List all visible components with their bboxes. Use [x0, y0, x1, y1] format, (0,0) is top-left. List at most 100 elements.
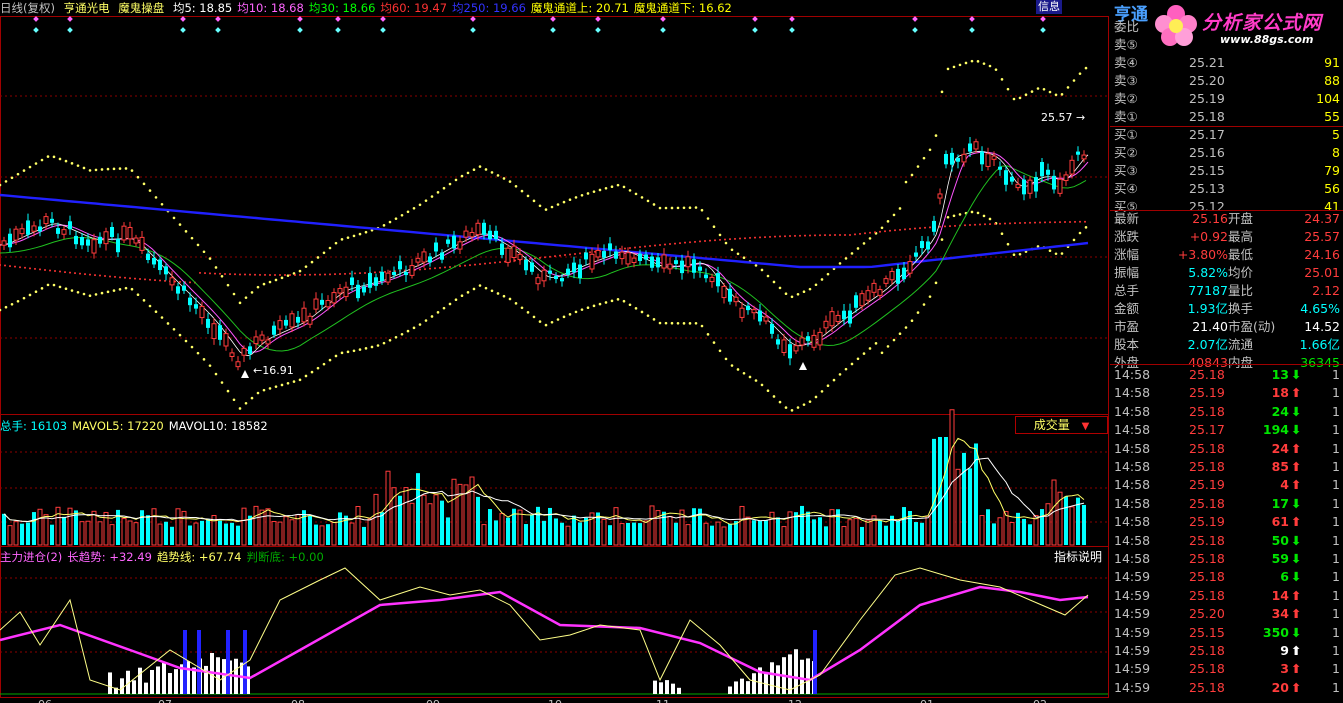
- ma60-dot: [919, 227, 921, 230]
- candle-body: [440, 252, 444, 260]
- channel-lower-dot: [724, 357, 728, 361]
- ma60-dot: [574, 252, 576, 255]
- volume-bar: [175, 508, 181, 546]
- channel-lower-dot: [1078, 231, 1082, 235]
- arrow-down-icon: ⬇: [1291, 551, 1302, 566]
- ma60-dot: [1054, 221, 1056, 224]
- volume-bar: [992, 523, 996, 545]
- volume-selector[interactable]: 成交量 ▼: [1015, 416, 1108, 434]
- channel-lower-dot: [316, 366, 320, 370]
- channel-lower-dot: [22, 296, 26, 300]
- volume-bar: [355, 505, 361, 546]
- channel-upper-dot: [10, 176, 14, 180]
- indicator-explain-button[interactable]: 指标说明: [1054, 548, 1103, 565]
- channel-upper-dot: [616, 183, 620, 187]
- ma60-dot: [79, 272, 81, 275]
- tick-price: 25.18: [1189, 551, 1225, 566]
- info-button[interactable]: 信息: [1036, 0, 1062, 14]
- row-label: 委比: [1114, 19, 1140, 34]
- candle-body: [896, 268, 900, 284]
- channel-upper-dot: [592, 190, 596, 193]
- ma60-dot: [814, 234, 816, 237]
- ma60-dot: [244, 273, 246, 276]
- flower-icon: [1155, 5, 1197, 46]
- candle-body: [415, 257, 421, 263]
- candle-body: [751, 309, 757, 314]
- channel-upper-dot: [412, 207, 416, 210]
- candle-body: [56, 228, 60, 234]
- candle-body: [337, 288, 343, 294]
- ask-row: 卖③ 25.20 88: [1110, 72, 1343, 90]
- ma60-dot: [144, 278, 146, 281]
- channel-upper-dot: [16, 172, 20, 176]
- ma60-dot: [279, 273, 281, 276]
- channel-upper-dot: [556, 203, 560, 206]
- ma60-dot: [1034, 221, 1036, 224]
- volume-bar: [1033, 514, 1039, 546]
- row-label: 卖①: [1114, 109, 1138, 124]
- chart-area[interactable]: 25.57 → ←16.91 06 07 08 09 10 11 12 01 02: [0, 0, 1110, 703]
- tick-row: 14:59 25.18 20 ⬆ 1: [1110, 679, 1343, 697]
- channel-upper-dot: [364, 230, 368, 234]
- x-axis-label: 12: [788, 698, 802, 703]
- candle-body: [301, 307, 307, 323]
- channel-lower-dot: [28, 293, 32, 297]
- ma30-line: [0, 165, 1087, 352]
- ma60-dot: [739, 237, 741, 240]
- candle-body: [284, 319, 288, 326]
- tick-volume: 59: [1271, 551, 1289, 566]
- ma60-dot: [714, 239, 716, 242]
- candle-body: [248, 346, 252, 355]
- candle-body: [511, 245, 517, 258]
- mavol10-line: [3, 457, 1085, 523]
- tick-time: 14:58: [1114, 385, 1151, 401]
- candle-body: [385, 272, 391, 283]
- channel-upper-dot: [250, 291, 254, 294]
- ma60-dot: [359, 272, 361, 275]
- tick-time: 14:59: [1114, 587, 1151, 603]
- channel-upper-dot: [886, 220, 890, 223]
- tick-count: 1: [1332, 643, 1340, 658]
- volume-bar: [193, 522, 199, 546]
- ma60-dot: [74, 272, 76, 275]
- volume-bar: [373, 493, 379, 546]
- candle-body: [26, 220, 30, 235]
- channel-lower-dot: [478, 284, 482, 287]
- channel-lower-dot: [628, 303, 632, 307]
- channel-upper-dot: [1012, 97, 1016, 101]
- candle-body: [854, 295, 858, 308]
- candle-body: [1010, 176, 1014, 182]
- channel-upper-dot: [1030, 90, 1034, 93]
- volume-bar: [728, 523, 732, 545]
- tick-price: 25.18: [1189, 532, 1225, 548]
- channel-upper-dot: [688, 206, 692, 209]
- indicator-legend-item: 判断底: +0.00: [246, 550, 324, 564]
- channel-lower-dot: [142, 299, 146, 302]
- channel-upper-dot: [820, 278, 824, 281]
- tick-row: 14:58 25.19 4 ⬆ 1: [1110, 476, 1343, 494]
- volume-bar: [649, 505, 655, 546]
- tick-price: 25.19: [1189, 477, 1225, 493]
- channel-lower-dot: [178, 333, 182, 337]
- ma-legend-item: 均30: 18.66: [308, 1, 376, 15]
- channel-lower-dot: [226, 389, 230, 393]
- tick-time: 14:58: [1114, 422, 1151, 438]
- ma60-dot: [729, 238, 731, 241]
- channel-upper-dot: [838, 262, 842, 265]
- channel-lower-dot: [670, 321, 674, 325]
- ma60-dot: [764, 236, 766, 239]
- channel-upper-dot: [706, 217, 710, 220]
- ma60-dot: [784, 235, 786, 238]
- channel-upper-dot: [496, 174, 500, 177]
- volume-bar: [769, 511, 775, 546]
- channel-upper-dot: [844, 257, 848, 260]
- channel-upper-dot: [82, 166, 86, 170]
- channel-upper-dot: [478, 165, 482, 168]
- candle-body: [661, 254, 667, 269]
- candle-body: [554, 275, 558, 280]
- volume-bar: [812, 519, 816, 545]
- row-label: 振幅: [1114, 265, 1140, 280]
- channel-upper-dot: [214, 266, 218, 269]
- bid-row: 买② 25.16 8: [1110, 144, 1343, 162]
- tick-volume: 6: [1280, 569, 1289, 585]
